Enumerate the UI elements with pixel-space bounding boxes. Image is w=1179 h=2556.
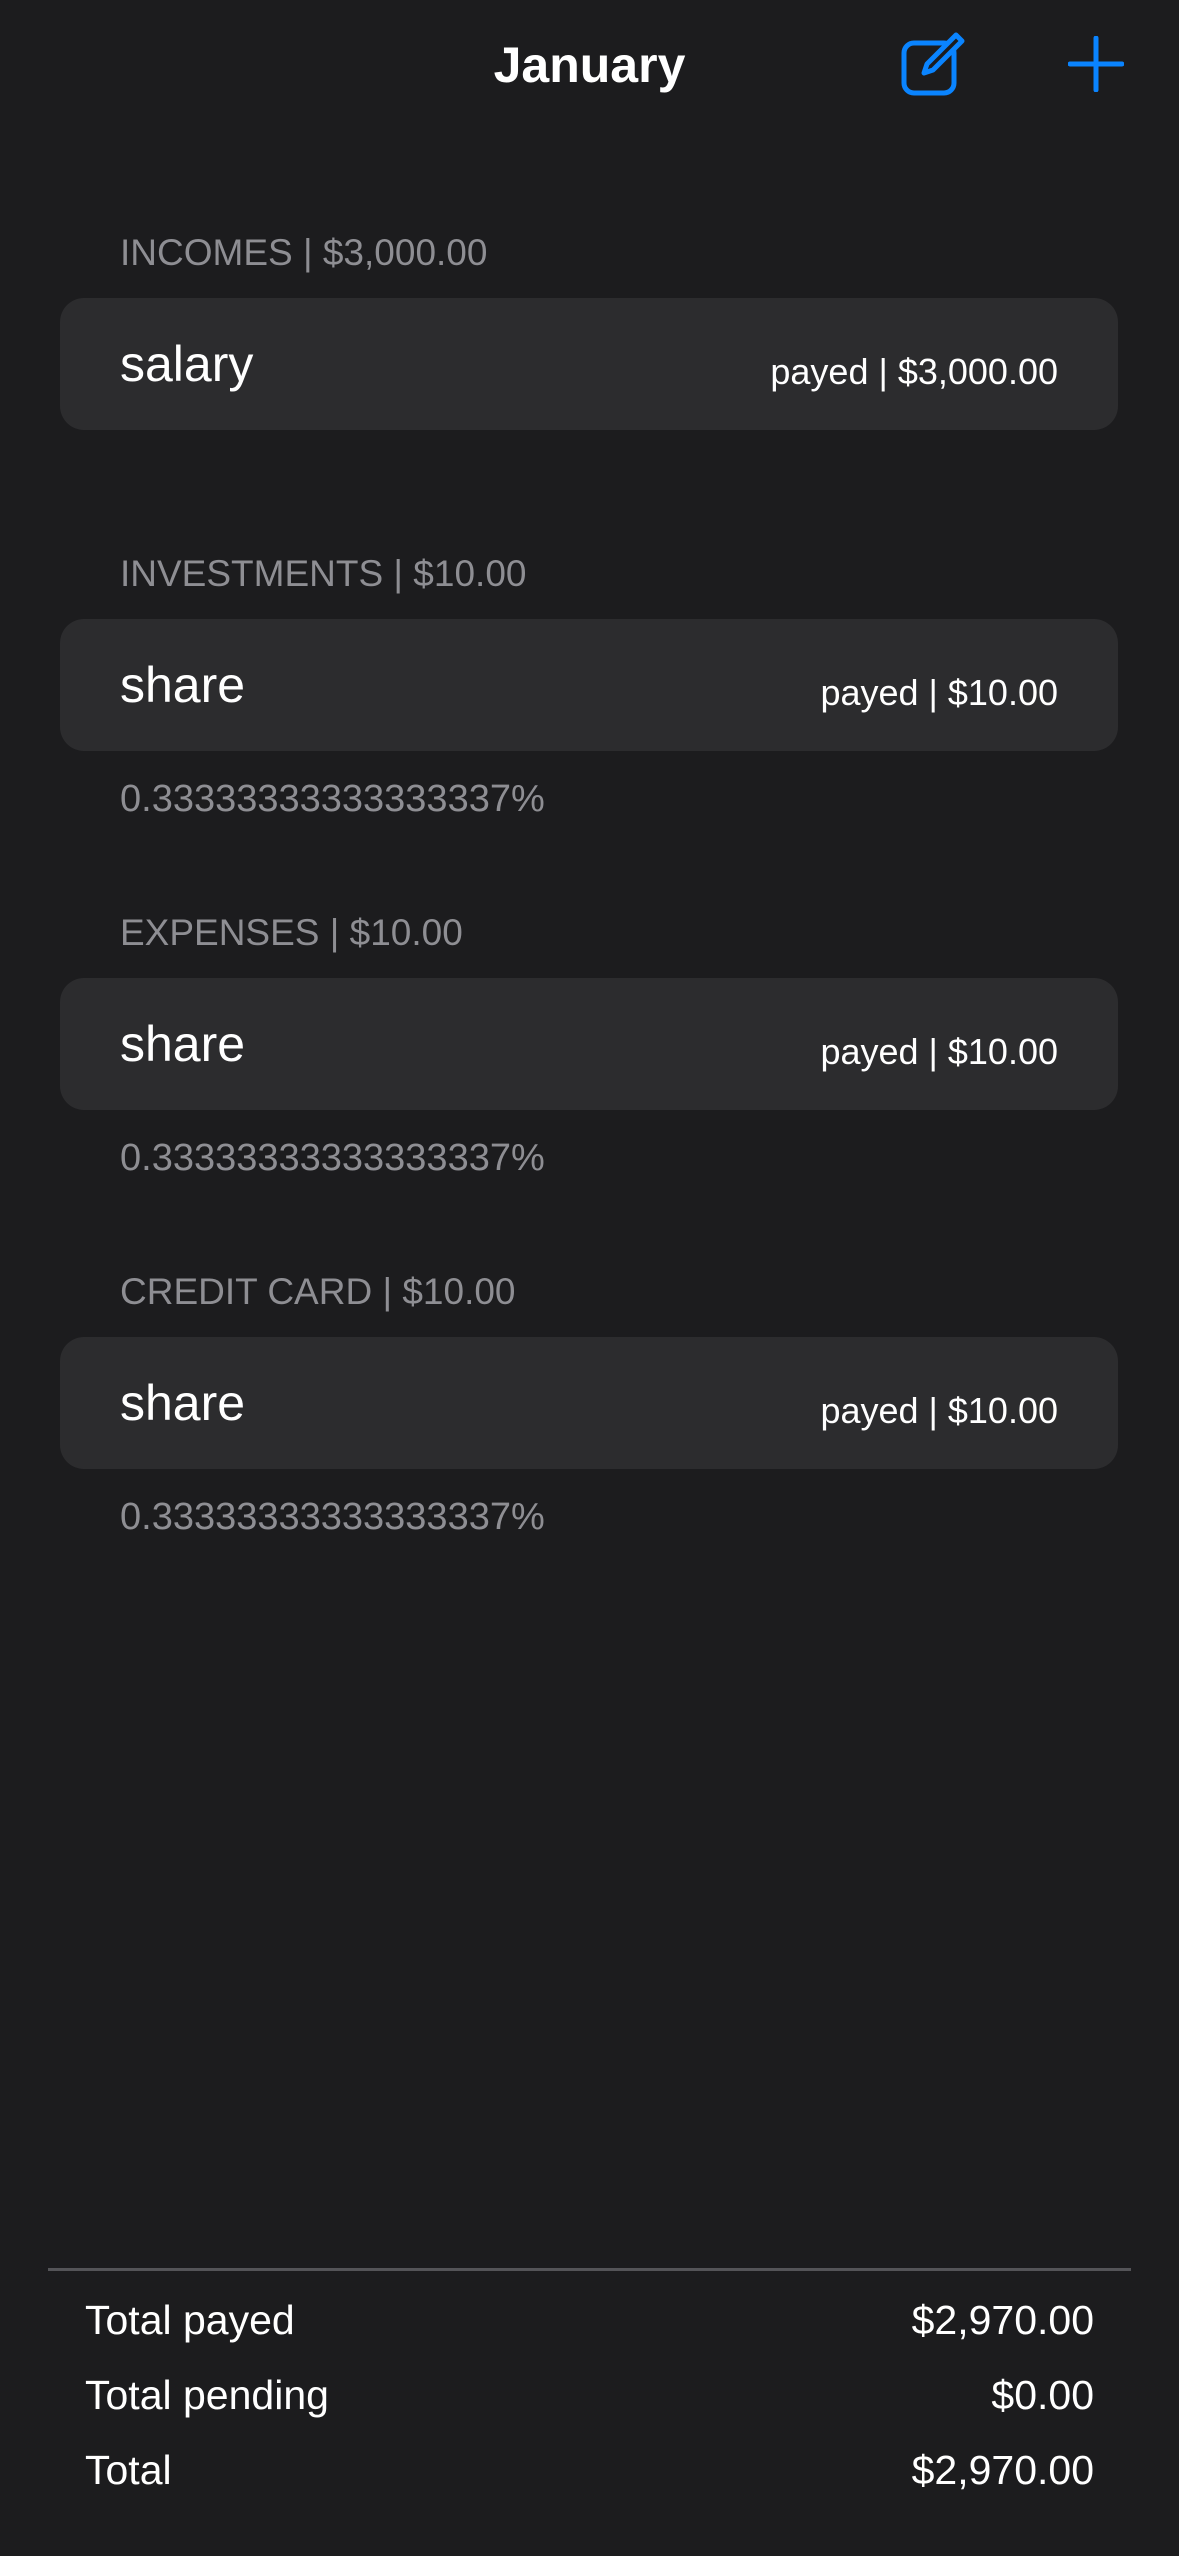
section-percent-credit-card: 0.33333333333333337% <box>120 1496 545 1538</box>
list-item-expense-share[interactable]: share payed | $10.00 <box>60 978 1118 1110</box>
section-percent-investments: 0.33333333333333337% <box>120 778 545 820</box>
total-label: Total <box>85 2447 172 2493</box>
total-payed-value: $2,970.00 <box>911 2297 1094 2343</box>
item-name: share <box>120 1375 246 1431</box>
total-pending-label: Total pending <box>85 2372 329 2418</box>
item-status: payed | $10.00 <box>820 672 1058 713</box>
section-header-incomes: INCOMES | $3,000.00 <box>120 232 488 273</box>
list-item-credit-card-share[interactable]: share payed | $10.00 <box>60 1337 1118 1469</box>
section-header-expenses: EXPENSES | $10.00 <box>120 912 463 953</box>
section-header-investments: INVESTMENTS | $10.00 <box>120 553 527 594</box>
section-percent-expenses: 0.33333333333333337% <box>120 1137 545 1179</box>
item-name: share <box>120 657 246 713</box>
item-status: payed | $10.00 <box>820 1031 1058 1072</box>
list-item-investment-share[interactable]: share payed | $10.00 <box>60 619 1118 751</box>
compose-button[interactable] <box>895 28 971 104</box>
summary-divider <box>48 2268 1131 2271</box>
item-name: salary <box>120 336 254 392</box>
summary-row-total: Total $2,970.00 <box>85 2438 1094 2502</box>
section-header-credit-card: CREDIT CARD | $10.00 <box>120 1271 516 1312</box>
total-pending-value: $0.00 <box>991 2372 1094 2418</box>
item-name: share <box>120 1016 246 1072</box>
compose-icon <box>900 31 966 102</box>
list-item-salary[interactable]: salary payed | $3,000.00 <box>60 298 1118 430</box>
total-value: $2,970.00 <box>911 2447 1094 2493</box>
total-payed-label: Total payed <box>85 2297 295 2343</box>
plus-icon <box>1067 35 1125 97</box>
add-button[interactable] <box>1058 28 1134 104</box>
page-title: January <box>493 37 686 93</box>
item-status: payed | $3,000.00 <box>770 351 1058 392</box>
summary-row-payed: Total payed $2,970.00 <box>85 2288 1094 2352</box>
item-status: payed | $10.00 <box>820 1390 1058 1431</box>
summary-row-pending: Total pending $0.00 <box>85 2363 1094 2427</box>
nav-bar: January <box>0 0 1179 140</box>
